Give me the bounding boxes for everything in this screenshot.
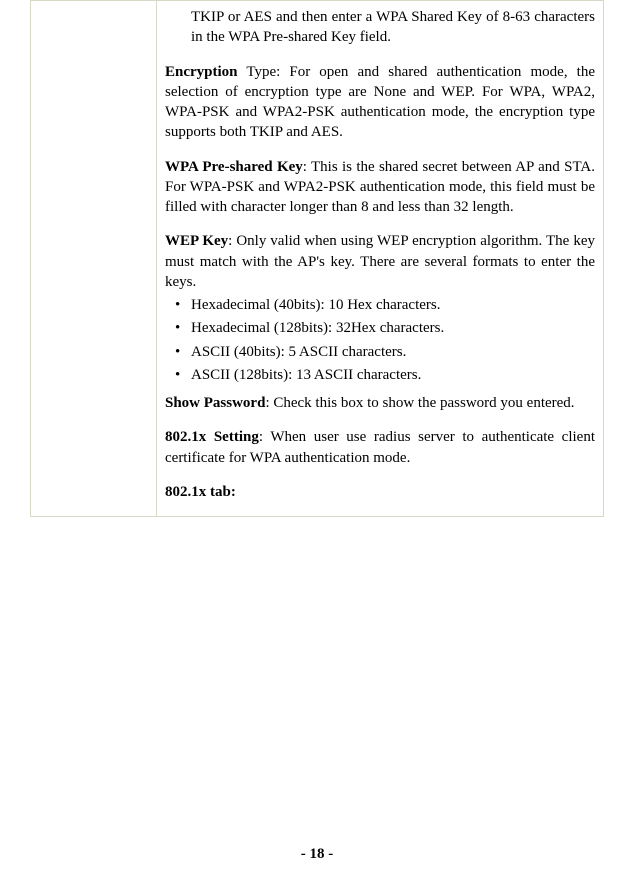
wep-text: : Only valid when using WEP encryption a… — [165, 233, 595, 290]
page-body: TKIP or AES and then enter a WPA Shared … — [0, 0, 634, 517]
page-number: - 18 - — [0, 846, 634, 863]
right-cell: TKIP or AES and then enter a WPA Shared … — [157, 1, 604, 517]
content-table: TKIP or AES and then enter a WPA Shared … — [30, 0, 604, 517]
list-item: ASCII (128bits): 13 ASCII characters. — [171, 364, 595, 387]
dot1x-label: 802.1x Setting — [165, 429, 259, 445]
show-password-paragraph: Show Password: Check this box to show th… — [165, 393, 595, 413]
wep-paragraph: WEP Key: Only valid when using WEP encry… — [165, 231, 595, 292]
dot1x-paragraph: 802.1x Setting: When user use radius ser… — [165, 427, 595, 468]
list-item: Hexadecimal (40bits): 10 Hex characters. — [171, 294, 595, 317]
dot1x-tab-heading: 802.1x tab: — [165, 482, 595, 502]
wpa-psk-paragraph: WPA Pre-shared Key: This is the shared s… — [165, 157, 595, 218]
intro-paragraph: TKIP or AES and then enter a WPA Shared … — [165, 7, 595, 48]
left-cell — [31, 1, 157, 517]
dot1x-tab-label: 802.1x tab: — [165, 484, 236, 500]
wpa-psk-label: WPA Pre-shared Key — [165, 159, 303, 175]
show-password-text: : Check this box to show the password yo… — [265, 395, 574, 411]
show-password-label: Show Password — [165, 395, 265, 411]
list-item: Hexadecimal (128bits): 32Hex characters. — [171, 317, 595, 340]
encryption-label: Encryption — [165, 64, 238, 80]
list-item: ASCII (40bits): 5 ASCII characters. — [171, 341, 595, 364]
encryption-paragraph: Encryption Type: For open and shared aut… — [165, 62, 595, 143]
wep-formats-list: Hexadecimal (40bits): 10 Hex characters.… — [165, 294, 595, 387]
wep-label: WEP Key — [165, 233, 228, 249]
